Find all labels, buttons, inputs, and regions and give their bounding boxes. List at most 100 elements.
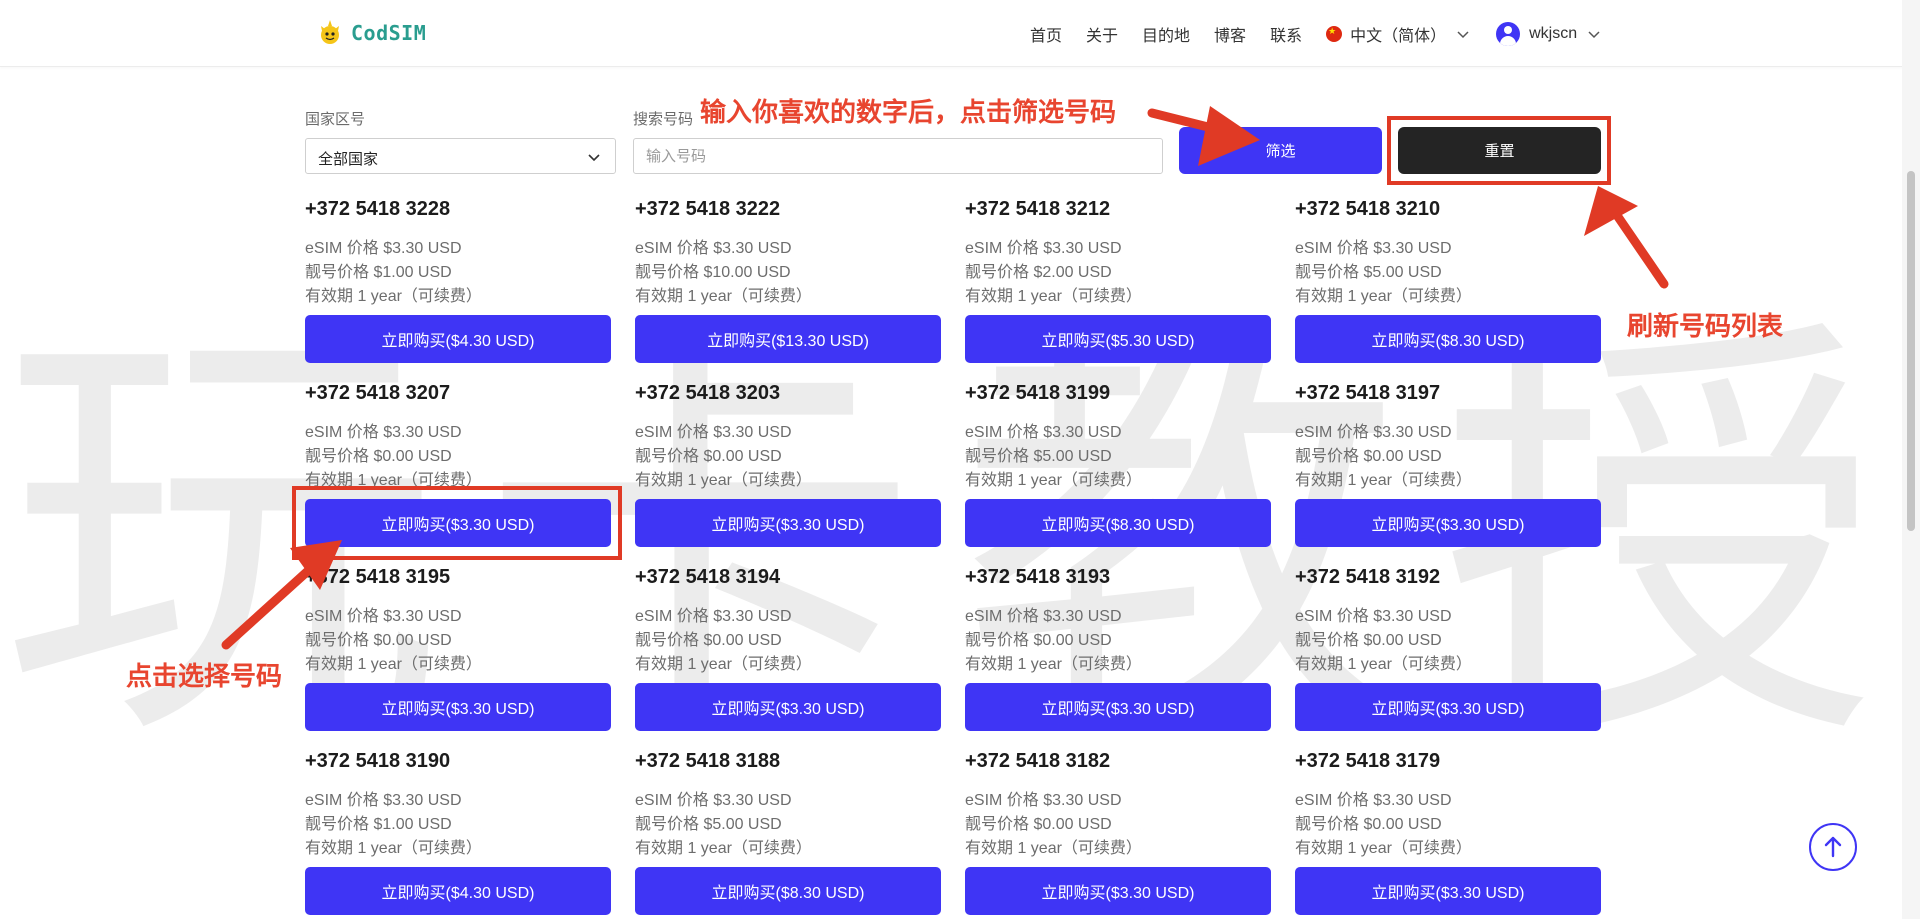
validity: 有效期 1 year（可续费） xyxy=(1295,840,1472,857)
buy-now-button[interactable]: 立即购买($3.30 USD) xyxy=(1295,499,1601,547)
validity: 有效期 1 year（可续费） xyxy=(965,288,1142,305)
nav-blog[interactable]: 博客 xyxy=(1214,22,1246,46)
esim-price: eSIM 价格 $3.30 USD xyxy=(965,424,1122,441)
phone-number: +372 5418 3188 xyxy=(635,750,781,772)
user-avatar-icon xyxy=(1496,22,1521,46)
phone-number: +372 5418 3199 xyxy=(965,382,1111,404)
buy-now-button[interactable]: 立即购买($8.30 USD) xyxy=(635,867,941,915)
vanity-price: 靓号价格 $2.00 USD xyxy=(965,264,1112,281)
back-to-top-button[interactable] xyxy=(1809,823,1857,871)
vanity-price: 靓号价格 $0.00 USD xyxy=(965,632,1112,649)
number-card: +372 5418 3228 eSIM 价格 $3.30 USD 靓号价格 $1.0… xyxy=(305,198,611,363)
esim-price: eSIM 价格 $3.30 USD xyxy=(1295,792,1452,809)
esim-price: eSIM 价格 $3.30 USD xyxy=(305,424,462,441)
buy-now-button[interactable]: 立即购买($3.30 USD) xyxy=(1295,683,1601,731)
vanity-price: 靓号价格 $1.00 USD xyxy=(305,816,452,833)
vanity-price: 靓号价格 $5.00 USD xyxy=(635,816,782,833)
number-card: +372 5418 3212 eSIM 价格 $3.30 USD 靓号价格 $2.0… xyxy=(965,198,1271,363)
buy-now-button[interactable]: 立即购买($4.30 USD) xyxy=(305,867,611,915)
number-card: +372 5418 3199 eSIM 价格 $3.30 USD 靓号价格 $5.0… xyxy=(965,382,1271,547)
validity: 有效期 1 year（可续费） xyxy=(1295,472,1472,489)
scrollbar-thumb[interactable] xyxy=(1907,171,1915,531)
esim-price: eSIM 价格 $3.30 USD xyxy=(635,424,792,441)
buy-now-button[interactable]: 立即购买($3.30 USD) xyxy=(635,499,941,547)
vanity-price: 靓号价格 $10.00 USD xyxy=(635,264,791,281)
validity: 有效期 1 year（可续费） xyxy=(965,840,1142,857)
phone-number: +372 5418 3194 xyxy=(635,566,781,588)
number-card: +372 5418 3190 eSIM 价格 $3.30 USD 靓号价格 $1.0… xyxy=(305,750,611,915)
nav-about[interactable]: 关于 xyxy=(1086,22,1118,46)
nav-contact[interactable]: 联系 xyxy=(1270,22,1302,46)
validity: 有效期 1 year（可续费） xyxy=(305,840,482,857)
nav-home[interactable]: 首页 xyxy=(1030,22,1062,46)
buy-now-button[interactable]: 立即购买($4.30 USD) xyxy=(305,315,611,363)
number-card: +372 5418 3203 eSIM 价格 $3.30 USD 靓号价格 $0.0… xyxy=(635,382,941,547)
country-label: 国家区号 xyxy=(305,111,366,128)
annotation-refresh-hint: 刷新号码列表 xyxy=(1627,311,1784,341)
validity: 有效期 1 year（可续费） xyxy=(305,288,482,305)
phone-number: +372 5418 3192 xyxy=(1295,566,1441,588)
annotation-filter-hint: 输入你喜欢的数字后，点击筛选号码 xyxy=(700,97,1117,127)
buy-now-button[interactable]: 立即购买($3.30 USD) xyxy=(965,867,1271,915)
vanity-price: 靓号价格 $0.00 USD xyxy=(965,816,1112,833)
search-label: 搜索号码 xyxy=(633,111,694,128)
esim-price: eSIM 价格 $3.30 USD xyxy=(965,608,1122,625)
arrow-up-icon xyxy=(1824,836,1842,858)
esim-price: eSIM 价格 $3.30 USD xyxy=(635,240,792,257)
phone-number: +372 5418 3197 xyxy=(1295,382,1441,404)
buy-now-button[interactable]: 立即购买($8.30 USD) xyxy=(1295,315,1601,363)
logo-mascot-icon xyxy=(321,20,339,44)
phone-number: +372 5418 3210 xyxy=(1295,198,1441,220)
country-select[interactable]: 全部国家 xyxy=(305,138,616,174)
buy-now-button[interactable]: 立即购买($3.30 USD) xyxy=(965,683,1271,731)
watermark: 玩卡教授 xyxy=(0,282,1920,794)
validity: 有效期 1 year（可续费） xyxy=(635,656,812,673)
reset-button[interactable]: 重置 xyxy=(1398,127,1601,174)
phone-number: +372 5418 3193 xyxy=(965,566,1111,588)
validity: 有效期 1 year（可续费） xyxy=(1295,288,1472,305)
chevron-down-icon xyxy=(1588,31,1600,39)
nav-destinations[interactable]: 目的地 xyxy=(1142,22,1190,46)
vanity-price: 靓号价格 $5.00 USD xyxy=(965,448,1112,465)
user-menu[interactable]: wkjscn xyxy=(1496,22,1601,46)
phone-number: +372 5418 3182 xyxy=(965,750,1111,772)
search-number-input[interactable] xyxy=(633,138,1163,174)
buy-now-button[interactable]: 立即购买($5.30 USD) xyxy=(965,315,1271,363)
number-card: +372 5418 3194 eSIM 价格 $3.30 USD 靓号价格 $0.0… xyxy=(635,566,941,731)
number-card: +372 5418 3179 eSIM 价格 $3.30 USD 靓号价格 $0.0… xyxy=(1295,750,1601,915)
logo[interactable]: CodSIM xyxy=(315,16,426,50)
buy-now-button[interactable]: 立即购买($3.30 USD) xyxy=(305,683,611,731)
language-selector[interactable]: 中文（简体） xyxy=(1326,22,1470,46)
phone-number: +372 5418 3195 xyxy=(305,566,451,588)
vanity-price: 靓号价格 $0.00 USD xyxy=(305,632,452,649)
buy-now-button[interactable]: 立即购买($3.30 USD) xyxy=(305,499,611,547)
buy-now-button[interactable]: 立即购买($8.30 USD) xyxy=(965,499,1271,547)
number-card: +372 5418 3193 eSIM 价格 $3.30 USD 靓号价格 $0.0… xyxy=(965,566,1271,731)
validity: 有效期 1 year（可续费） xyxy=(635,840,812,857)
esim-price: eSIM 价格 $3.30 USD xyxy=(305,608,462,625)
logo-text: CodSIM xyxy=(351,21,427,45)
vanity-price: 靓号价格 $0.00 USD xyxy=(1295,632,1442,649)
buy-now-button[interactable]: 立即购买($3.30 USD) xyxy=(635,683,941,731)
filter-button[interactable]: 筛选 xyxy=(1179,127,1382,174)
validity: 有效期 1 year（可续费） xyxy=(965,656,1142,673)
vanity-price: 靓号价格 $1.00 USD xyxy=(305,264,452,281)
vanity-price: 靓号价格 $0.00 USD xyxy=(305,448,452,465)
country-select-value: 全部国家 xyxy=(318,151,379,168)
esim-price: eSIM 价格 $3.30 USD xyxy=(965,792,1122,809)
esim-price: eSIM 价格 $3.30 USD xyxy=(1295,608,1452,625)
esim-price: eSIM 价格 $3.30 USD xyxy=(965,240,1122,257)
esim-price: eSIM 价格 $3.30 USD xyxy=(1295,424,1452,441)
chevron-down-icon xyxy=(1457,31,1469,39)
phone-number: +372 5418 3222 xyxy=(635,198,781,220)
number-card: +372 5418 3192 eSIM 价格 $3.30 USD 靓号价格 $0.0… xyxy=(1295,566,1601,731)
buy-now-button[interactable]: 立即购买($3.30 USD) xyxy=(1295,867,1601,915)
buy-now-button[interactable]: 立即购买($13.30 USD) xyxy=(635,315,941,363)
phone-number: +372 5418 3190 xyxy=(305,750,451,772)
number-card: +372 5418 3207 eSIM 价格 $3.30 USD 靓号价格 $0.0… xyxy=(305,382,611,547)
scrollbar[interactable] xyxy=(1902,0,1920,919)
esim-price: eSIM 价格 $3.30 USD xyxy=(1295,240,1452,257)
esim-price: eSIM 价格 $3.30 USD xyxy=(305,240,462,257)
china-flag-icon xyxy=(1326,26,1343,42)
site-header: CodSIM 首页 关于 目的地 博客 联系 中文（简体） wkjscn xyxy=(0,0,1920,67)
